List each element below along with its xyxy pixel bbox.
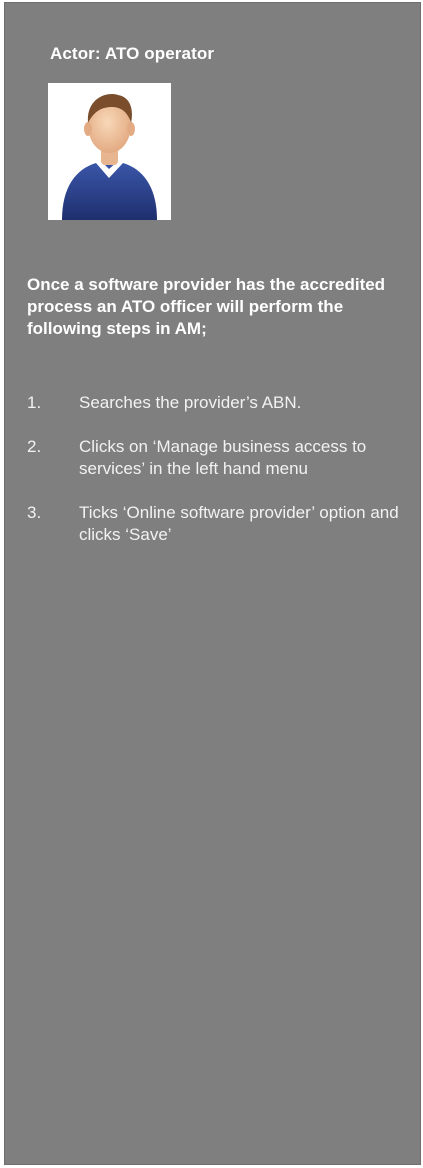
actor-panel: Actor: ATO operator Once a software prov… [4,2,421,1165]
list-item: 3. Ticks ‘Online software provider’ opti… [27,502,407,546]
actor-title: Actor: ATO operator [50,44,215,63]
intro-text: Once a software provider has the accredi… [27,275,386,338]
step-number: 2. [27,437,42,456]
list-item: 1. Searches the provider’s ABN. [27,392,407,414]
steps-list: 1. Searches the provider’s ABN. 2. Click… [27,392,407,568]
step-number: 1. [27,393,42,412]
list-item: 2. Clicks on ‘Manage business access to … [27,436,407,480]
step-text: Searches the provider’s ABN. [79,393,302,412]
step-number: 3. [27,503,42,522]
step-text: Ticks ‘Online software provider’ option … [79,503,399,544]
step-text: Clicks on ‘Manage business access to ser… [79,437,367,478]
avatar [48,83,171,220]
person-avatar-icon [62,94,157,220]
